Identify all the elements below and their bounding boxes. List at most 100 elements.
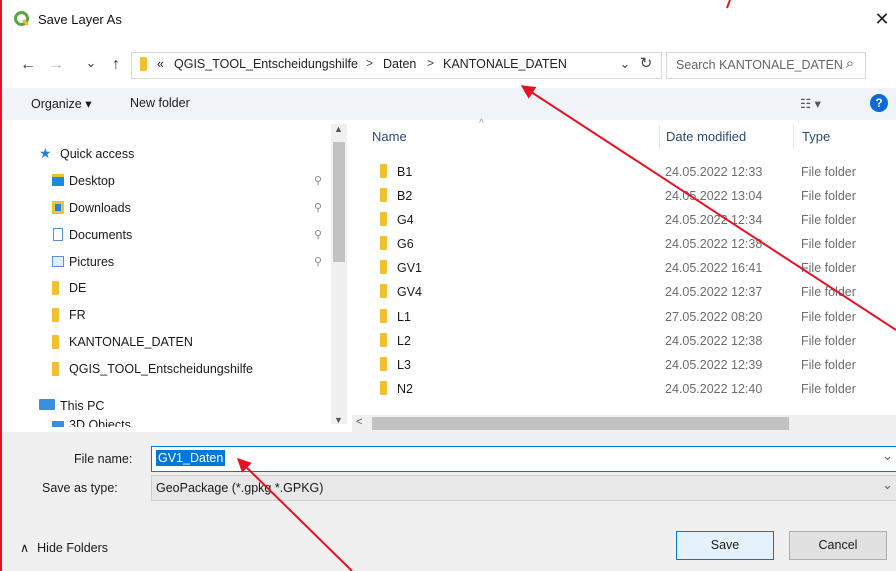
file-row-date: 24.05.2022 12:39 [665, 358, 763, 372]
nav-item-qgis-tool[interactable]: QGIS_TOOL_Entscheidungshilfe [69, 362, 253, 376]
file-row-date: 24.05.2022 13:04 [665, 189, 763, 203]
folder-icon [380, 333, 387, 347]
nav-this-pc[interactable]: This PC [60, 399, 104, 413]
file-name-dropdown-icon[interactable]: ⌄ [882, 448, 893, 464]
save-button[interactable]: Save [676, 531, 774, 560]
nav-item-desktop[interactable]: Desktop [69, 174, 115, 188]
pin-icon: ⚲ [314, 175, 323, 187]
file-row-type: File folder [801, 237, 856, 251]
file-row-date: 24.05.2022 12:38 [665, 237, 763, 251]
file-row-name[interactable]: G4 [397, 213, 414, 227]
save-type-dropdown-icon[interactable]: ⌄ [882, 477, 893, 493]
file-row-name[interactable]: GV4 [397, 285, 422, 299]
folder-icon [52, 362, 59, 376]
column-name[interactable]: Name [372, 129, 407, 144]
nav-item-de[interactable]: DE [69, 281, 86, 295]
this-pc-icon [39, 399, 55, 410]
recent-locations-button[interactable]: ⌄ [84, 52, 98, 74]
new-folder-button[interactable]: New folder [130, 96, 190, 110]
column-type[interactable]: Type [802, 129, 830, 144]
breadcrumb-separator: > [427, 56, 435, 70]
file-name-value[interactable]: GV1_Daten [156, 450, 226, 466]
up-button[interactable]: ↑ [106, 54, 126, 76]
file-name-label: File name: [74, 452, 133, 466]
3d-objects-icon [52, 421, 64, 427]
back-button[interactable]: ← [18, 54, 38, 76]
file-row-date: 24.05.2022 12:40 [665, 382, 763, 396]
file-row-type: File folder [801, 189, 856, 203]
hide-folders-label: Hide Folders [37, 541, 109, 555]
view-options-icon[interactable]: ☷ ▾ [800, 96, 821, 111]
file-row-name[interactable]: B2 [397, 189, 412, 203]
nav-item-kantonale-daten[interactable]: KANTONALE_DATEN [69, 335, 193, 349]
file-row-name[interactable]: G6 [397, 237, 414, 251]
nav-quick-access[interactable]: Quick access [60, 147, 134, 161]
file-row-type: File folder [801, 310, 856, 324]
nav-item-fr[interactable]: FR [69, 308, 86, 322]
hide-folders-button[interactable]: ∧ Hide Folders [20, 540, 108, 555]
folder-icon [380, 236, 387, 250]
file-row-date: 24.05.2022 12:37 [665, 285, 763, 299]
nav-item-pictures[interactable]: Pictures [69, 255, 114, 269]
document-icon [53, 228, 63, 241]
file-name-input[interactable] [151, 446, 896, 472]
folder-icon [380, 309, 387, 323]
address-dropdown-icon[interactable]: ⌄ [618, 53, 632, 75]
folder-icon [380, 284, 387, 298]
pin-icon: ⚲ [314, 202, 323, 214]
column-date-modified[interactable]: Date modified [666, 129, 746, 144]
chevron-up-icon: ∧ [20, 541, 30, 555]
search-icon: ⌕ [845, 55, 855, 72]
file-row-date: 24.05.2022 16:41 [665, 261, 763, 275]
folder-icon [380, 260, 387, 274]
scroll-left-icon[interactable]: < [356, 416, 362, 428]
save-type-value: GeoPackage (*.gpkg *.GPKG) [156, 481, 324, 495]
sort-ascending-icon: ^ [479, 118, 484, 129]
folder-icon [52, 308, 59, 322]
file-row-type: File folder [801, 165, 856, 179]
list-horizontal-scrollbar-thumb[interactable] [372, 417, 789, 430]
save-type-label: Save as type: [42, 481, 118, 495]
breadcrumb-qgis-tool[interactable]: QGIS_TOOL_Entscheidungshilfe [174, 57, 358, 71]
desktop-icon [52, 174, 64, 186]
breadcrumb-overflow[interactable]: « [157, 57, 164, 71]
folder-icon [140, 57, 147, 71]
refresh-icon[interactable]: ↻ [636, 53, 656, 75]
folder-icon [380, 212, 387, 226]
scroll-up-icon[interactable]: ▲ [334, 124, 343, 134]
qgis-logo-icon [14, 11, 30, 27]
nav-item-3d-objects[interactable]: 3D Objects [69, 418, 131, 427]
organize-menu[interactable]: Organize ▾ [31, 96, 91, 111]
file-row-date: 24.05.2022 12:34 [665, 213, 763, 227]
file-row-date: 27.05.2022 08:20 [665, 310, 763, 324]
file-row-name[interactable]: GV1 [397, 261, 422, 275]
file-row-type: File folder [801, 358, 856, 372]
nav-item-downloads[interactable]: Downloads [69, 201, 131, 215]
file-row-date: 24.05.2022 12:33 [665, 165, 763, 179]
folder-icon [380, 357, 387, 371]
file-row-name[interactable]: N2 [397, 382, 413, 396]
search-placeholder: Search KANTONALE_DATEN [676, 58, 843, 72]
forward-button[interactable]: → [46, 54, 66, 76]
close-icon[interactable]: ✕ [870, 8, 894, 30]
breadcrumb-daten[interactable]: Daten [383, 57, 416, 71]
help-icon[interactable]: ? [870, 94, 888, 112]
scroll-down-icon[interactable]: ▼ [334, 415, 343, 425]
file-row-date: 24.05.2022 12:38 [665, 334, 763, 348]
folder-icon [380, 381, 387, 395]
title-bar [2, 0, 896, 40]
nav-item-documents[interactable]: Documents [69, 228, 132, 242]
nav-scrollbar-thumb[interactable] [333, 142, 345, 262]
file-row-name[interactable]: L2 [397, 334, 411, 348]
pin-icon: ⚲ [314, 229, 323, 241]
file-row-name[interactable]: B1 [397, 165, 412, 179]
cancel-button[interactable]: Cancel [789, 531, 887, 560]
folder-icon [380, 188, 387, 202]
file-row-name[interactable]: L3 [397, 358, 411, 372]
star-icon: ★ [39, 145, 52, 161]
file-row-type: File folder [801, 213, 856, 227]
file-row-name[interactable]: L1 [397, 310, 411, 324]
pin-icon: ⚲ [314, 256, 323, 268]
file-row-type: File folder [801, 261, 856, 275]
breadcrumb-kantonale-daten[interactable]: KANTONALE_DATEN [443, 57, 567, 71]
